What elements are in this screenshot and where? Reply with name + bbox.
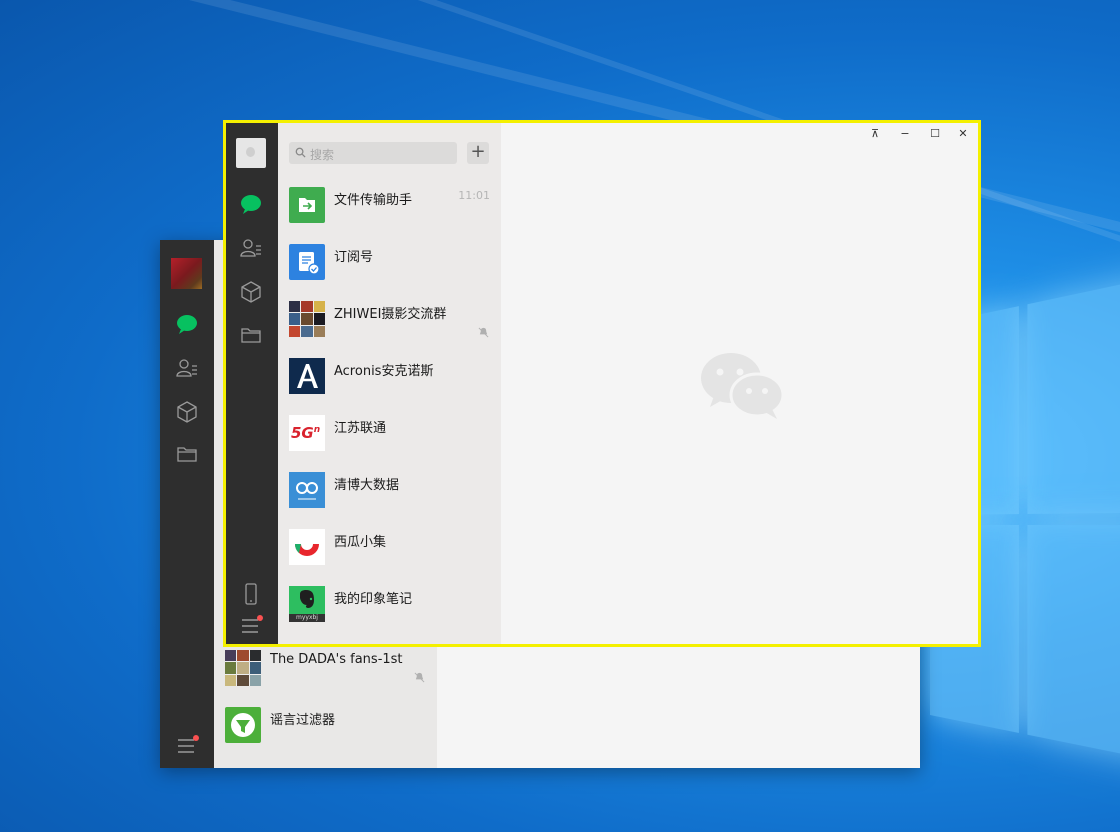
mini-program-box-icon[interactable] (239, 280, 263, 304)
search-icon (295, 147, 306, 158)
group-avatar (225, 650, 261, 686)
xigua-avatar (289, 529, 325, 565)
chat-name: The DADA's fans-1st (270, 652, 403, 667)
chat-name: 江苏联通 (334, 417, 386, 436)
rumor-filter-avatar (225, 707, 261, 743)
search-placeholder: 搜索 (310, 146, 334, 163)
start-chat-plus-button[interactable]: + (467, 142, 489, 164)
evernote-tag: myyxbj (289, 614, 325, 622)
chat-time: 11:01 (458, 189, 490, 202)
maximize-button[interactable]: ☐ (921, 126, 949, 142)
sidebar (226, 123, 278, 644)
folder-icon[interactable] (175, 442, 199, 466)
close-button[interactable]: ✕ (949, 126, 977, 142)
chat-name: 我的印象笔记 (334, 588, 412, 607)
chat-item-jiangsu-unicom[interactable]: 5Gn 江苏联通 (278, 415, 501, 472)
unicom-5g-avatar: 5Gn (289, 415, 325, 451)
chat-item-acronis[interactable]: Acronis安克诺斯 (278, 358, 501, 415)
chat-name: 文件传输助手 (334, 189, 412, 208)
chat-item-qingbo-bigdata[interactable]: 清博大数据 (278, 472, 501, 529)
chat-item[interactable]: The DADA's fans-1st (214, 650, 437, 707)
sidebar (160, 240, 214, 768)
chat-name: 西瓜小集 (334, 531, 386, 550)
chat-name: 订阅号 (334, 246, 373, 265)
minimize-button[interactable]: − (891, 126, 919, 142)
chat-item[interactable]: 谣言过滤器 (214, 707, 437, 764)
group-avatar (289, 301, 325, 337)
chat-name: 清博大数据 (334, 474, 399, 493)
chat-item-subscriptions[interactable]: 订阅号 (278, 244, 501, 301)
chat-item-zhiwei-group[interactable]: ZHIWEI摄影交流群 (278, 301, 501, 358)
mini-program-box-icon[interactable] (175, 400, 199, 424)
search-input[interactable]: 搜索 (289, 142, 457, 164)
wechat-logo-icon (700, 351, 788, 421)
wechat-window[interactable]: 搜索 + 文件传输助手 11:01 订阅号 ZHIWEI摄影交流群 Acroni… (223, 120, 981, 647)
chat-list: 搜索 + 文件传输助手 11:01 订阅号 ZHIWEI摄影交流群 Acroni… (278, 123, 501, 644)
chat-item-file-transfer[interactable]: 文件传输助手 11:01 (278, 187, 501, 244)
avatar[interactable] (236, 138, 266, 168)
evernote-avatar: myyxbj (289, 586, 325, 622)
chat-name: 谣言过滤器 (270, 709, 335, 728)
mute-bell-icon (414, 672, 425, 683)
contacts-icon[interactable] (175, 356, 199, 380)
chat-item-xigua[interactable]: 西瓜小集 (278, 529, 501, 586)
chat-content-area: ⊼ − ☐ ✕ (501, 123, 978, 644)
phone-icon[interactable] (239, 582, 263, 606)
five-g-text: 5G (291, 424, 314, 442)
acronis-avatar (289, 358, 325, 394)
menu-icon[interactable] (175, 734, 199, 758)
contacts-icon[interactable] (239, 236, 263, 260)
pin-window-button[interactable]: ⊼ (861, 126, 889, 142)
chat-name: ZHIWEI摄影交流群 (334, 303, 446, 322)
mute-bell-icon (478, 327, 489, 338)
chat-item-evernote[interactable]: myyxbj 我的印象笔记 (278, 586, 501, 643)
avatar[interactable] (171, 258, 202, 289)
chat-name: Acronis安克诺斯 (334, 360, 433, 379)
chat-icon[interactable] (239, 192, 263, 216)
qingbo-avatar (289, 472, 325, 508)
subscription-avatar (289, 244, 325, 280)
chat-icon[interactable] (175, 312, 199, 336)
file-transfer-avatar (289, 187, 325, 223)
folder-icon[interactable] (239, 323, 263, 347)
menu-icon[interactable] (239, 614, 263, 638)
five-g-superscript: n (314, 425, 320, 435)
